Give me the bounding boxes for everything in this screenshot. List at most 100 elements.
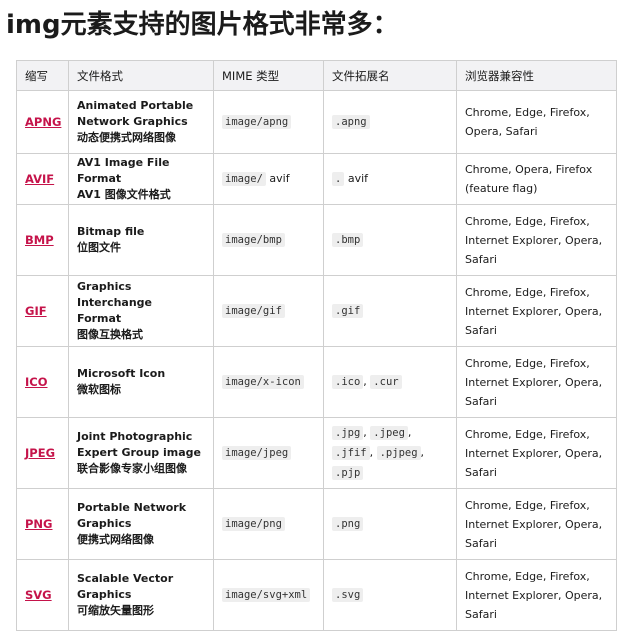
- extension-code: .gif: [332, 304, 364, 318]
- extension-code: .ico: [332, 375, 364, 389]
- cell-extension: .ico, .cur: [323, 346, 457, 418]
- image-format-table-container: 缩写 文件格式 MIME 类型 文件拓展名 浏览器兼容性 APNG Animate…: [16, 60, 617, 631]
- browser-line: Opera, Safari: [465, 125, 538, 138]
- cell-abbr: APNG: [16, 90, 69, 154]
- browser-line: Safari: [465, 323, 497, 337]
- cell-mime: image/bmp: [213, 204, 324, 276]
- browser-line: Chrome, Edge, Firefox,: [465, 106, 590, 119]
- extension-code: .jpeg: [370, 426, 408, 440]
- cell-abbr: AVIF: [16, 153, 69, 205]
- extension-code: .jfif: [332, 446, 370, 460]
- extension-code: .: [332, 172, 345, 186]
- format-line: Graphics Interchange: [77, 280, 153, 309]
- mime-type-code: image/svg+xml: [222, 588, 311, 602]
- browser-line: Chrome, Edge, Firefox,: [465, 214, 590, 228]
- table-row: PNG Portable Network Graphics 便携式网络图像 image/…: [16, 488, 617, 560]
- cell-format: Animated Portable Network Graphics 动态便携式网络…: [68, 90, 214, 154]
- table-row: GIF Graphics Interchange Format 图像互换格式 image…: [16, 275, 617, 347]
- cell-extension: .apng: [323, 90, 457, 154]
- cell-extension: .png: [323, 488, 457, 560]
- extension-code: .svg: [332, 588, 364, 602]
- header-abbr: 缩写: [16, 60, 69, 91]
- format-line: Graphics: [77, 588, 132, 601]
- page-heading: img元素支持的图片格式非常多：: [6, 10, 399, 40]
- extension-separator: ,: [369, 446, 377, 459]
- format-link-gif[interactable]: GIF: [25, 304, 47, 318]
- extension-separator: ,: [420, 446, 425, 459]
- table-row: BMP Bitmap file 位图文件 image/bmp .bmp Chrome, E…: [16, 204, 617, 276]
- format-line: 动态便携式网络图像: [77, 131, 176, 144]
- extension-separator: ,: [407, 426, 412, 439]
- format-link-svg[interactable]: SVG: [25, 588, 52, 602]
- format-line: Portable Network: [77, 501, 187, 514]
- format-line: Expert Group image: [77, 446, 201, 459]
- header-mime: MIME 类型: [213, 60, 324, 91]
- table-row: SVG Scalable Vector Graphics 可缩放矢量图形 image/s…: [16, 559, 617, 631]
- browser-line: Internet Explorer, Opera,: [465, 304, 603, 318]
- cell-browser-compat: Chrome, Edge, Firefox, Opera, Safari: [456, 90, 617, 154]
- mime-type-code: image/bmp: [222, 233, 285, 247]
- mime-type-text: avif: [265, 172, 290, 185]
- cell-browser-compat: Chrome, Edge, Firefox, Internet Explorer,…: [456, 346, 617, 418]
- format-link-bmp[interactable]: BMP: [25, 233, 54, 247]
- table-row: APNG Animated Portable Network Graphics 动态便…: [16, 90, 617, 154]
- format-link-jpeg[interactable]: JPEG: [25, 446, 55, 460]
- image-format-table: 缩写 文件格式 MIME 类型 文件拓展名 浏览器兼容性 APNG Animate…: [16, 60, 617, 631]
- extension-text: avif: [344, 172, 369, 185]
- format-line: Joint Photographic: [77, 430, 193, 443]
- format-link-ico[interactable]: ICO: [25, 375, 48, 389]
- cell-mime: image/jpeg: [213, 417, 324, 489]
- cell-abbr: ICO: [16, 346, 69, 418]
- browser-line: Safari: [465, 607, 497, 621]
- format-line: 便携式网络图像: [77, 533, 154, 546]
- cell-extension: . avif: [323, 153, 457, 205]
- format-link-apng[interactable]: APNG: [25, 115, 61, 129]
- browser-line: Safari: [465, 252, 497, 266]
- cell-abbr: GIF: [16, 275, 69, 347]
- cell-mime: image/ avif: [213, 153, 324, 205]
- cell-browser-compat: Chrome, Opera, Firefox (feature flag): [456, 153, 617, 205]
- extension-code: .pjpeg: [376, 446, 421, 460]
- browser-line: Chrome, Edge, Firefox,: [465, 356, 590, 370]
- table-body: APNG Animated Portable Network Graphics 动态便…: [16, 90, 617, 631]
- cell-extension: .jpg, .jpeg, .jfif, .pjpeg, .pjp: [323, 417, 457, 489]
- cell-abbr: PNG: [16, 488, 69, 560]
- format-link-avif[interactable]: AVIF: [25, 172, 54, 186]
- format-link-png[interactable]: PNG: [25, 517, 53, 531]
- format-line: Animated Portable: [77, 99, 194, 112]
- cell-format: Bitmap file 位图文件: [68, 204, 214, 276]
- browser-line: Safari: [465, 465, 497, 479]
- extension-code: .bmp: [332, 233, 364, 247]
- browser-line: Safari: [465, 536, 497, 550]
- format-line: AV1 图像文件格式: [77, 188, 171, 201]
- mime-type-code: image/x-icon: [222, 375, 304, 389]
- format-line: 可缩放矢量图形: [77, 604, 154, 617]
- cell-format: AV1 Image File Format AV1 图像文件格式: [68, 153, 214, 205]
- cell-browser-compat: Chrome, Edge, Firefox, Internet Explorer,…: [456, 488, 617, 560]
- cell-format: Microsoft Icon 微软图标: [68, 346, 214, 418]
- browser-line: Internet Explorer, Opera,: [465, 233, 603, 247]
- browser-line: Internet Explorer, Opera,: [465, 588, 603, 602]
- cell-mime: image/gif: [213, 275, 324, 347]
- cell-abbr: BMP: [16, 204, 69, 276]
- mime-type-code: image/png: [222, 517, 285, 531]
- format-line: Microsoft Icon: [77, 367, 166, 380]
- cell-extension: .bmp: [323, 204, 457, 276]
- table-row: JPEG Joint Photographic Expert Group image…: [16, 417, 617, 489]
- cell-abbr: JPEG: [16, 417, 69, 489]
- browser-line: Chrome, Edge, Firefox,: [465, 427, 590, 441]
- browser-line: Internet Explorer, Opera,: [465, 517, 603, 531]
- cell-browser-compat: Chrome, Edge, Firefox, Internet Explorer,…: [456, 275, 617, 347]
- mime-type-code: image/apng: [222, 115, 292, 129]
- extension-code: .png: [332, 517, 364, 531]
- table-header-row: 缩写 文件格式 MIME 类型 文件拓展名 浏览器兼容性: [16, 60, 617, 91]
- format-line: 微软图标: [77, 383, 121, 396]
- cell-abbr: SVG: [16, 559, 69, 631]
- mime-type-code: image/: [222, 172, 266, 186]
- cell-browser-compat: Chrome, Edge, Firefox, Internet Explorer,…: [456, 417, 617, 489]
- header-extension: 文件拓展名: [323, 60, 457, 91]
- cell-extension: .svg: [323, 559, 457, 631]
- cell-format: Portable Network Graphics 便携式网络图像: [68, 488, 214, 560]
- cell-format: Joint Photographic Expert Group image 联合影像…: [68, 417, 214, 489]
- format-line: Bitmap file: [77, 225, 145, 238]
